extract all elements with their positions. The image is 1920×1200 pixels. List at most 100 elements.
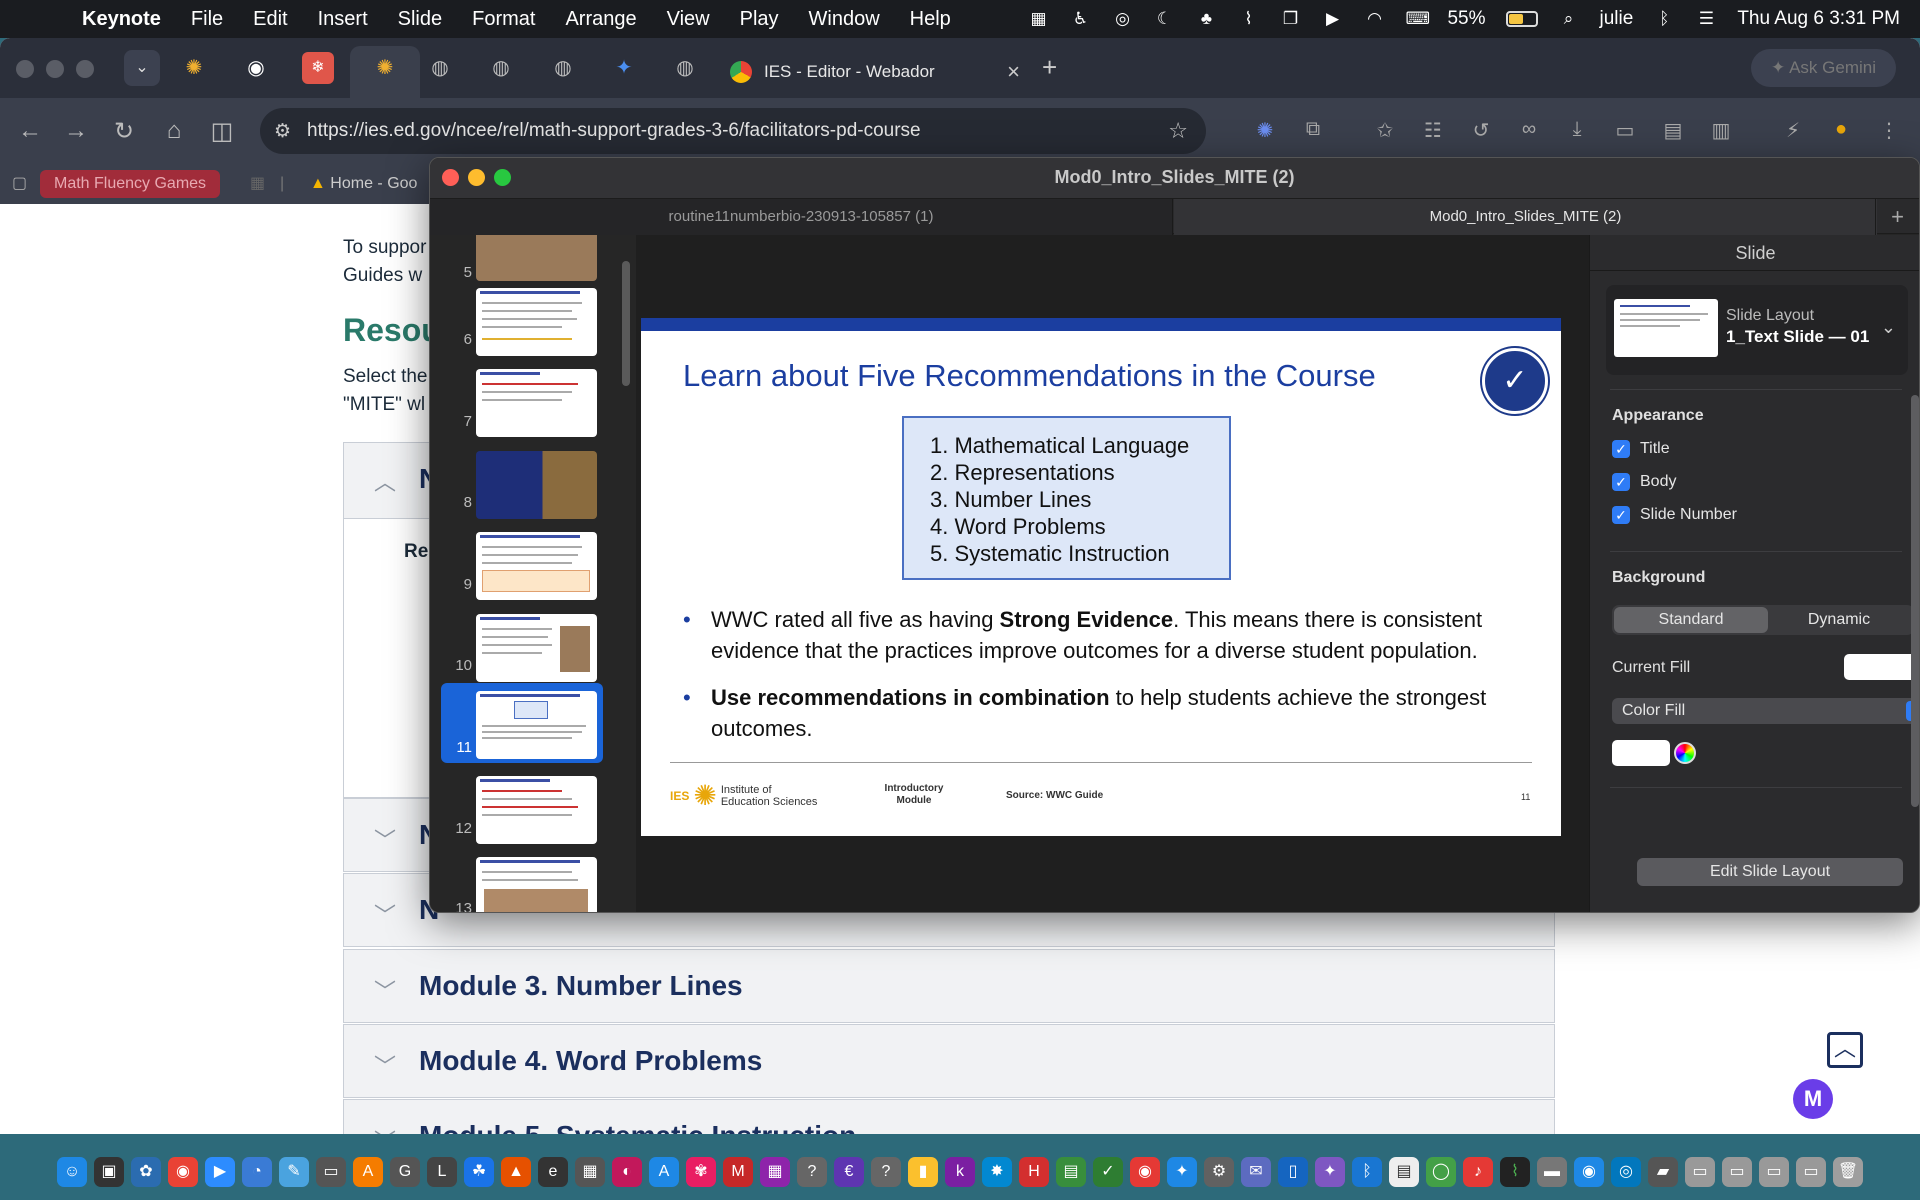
fill-type-select[interactable]: Color Fill ▴▾ (1612, 698, 1919, 724)
window-icon[interactable]: ❐ (1279, 8, 1301, 30)
side-panel-icon[interactable]: ◫ (208, 117, 236, 146)
segment-standard[interactable]: Standard (1614, 607, 1768, 633)
tab-search-chevron-icon[interactable]: ⌄ (124, 50, 160, 86)
activity-monitor-icon[interactable]: ⌇ (1500, 1157, 1530, 1187)
app-icon[interactable]: ✓ (1093, 1157, 1123, 1187)
reading-list-icon[interactable]: ☷ (1420, 118, 1446, 143)
app-icon[interactable]: ▮ (908, 1157, 938, 1187)
play-circle-icon[interactable]: ▶ (1321, 8, 1343, 30)
safari-icon[interactable]: ✦ (1167, 1157, 1197, 1187)
module-5-row[interactable]: ﹀ Module 5. Systematic Instruction (343, 1099, 1555, 1134)
app-icon[interactable]: ▤ (1389, 1157, 1419, 1187)
app-icon[interactable]: G (390, 1157, 420, 1187)
menu-format[interactable]: Format (472, 8, 535, 31)
current-fill-swatch[interactable] (1844, 654, 1919, 680)
menu-view[interactable]: View (667, 8, 710, 31)
profile-avatar-icon[interactable]: ● (1828, 118, 1854, 141)
slide-thumbnail-10[interactable] (476, 614, 597, 682)
tab-mod0-intro[interactable]: Mod0_Intro_Slides_MITE (2) (1174, 199, 1877, 235)
menu-window[interactable]: Window (809, 8, 880, 31)
user-name[interactable]: julie (1600, 8, 1634, 30)
scroll-to-top-button[interactable]: ︿ (1827, 1032, 1863, 1068)
search-icon[interactable]: ⌕ (1558, 8, 1580, 30)
grid-bookmark-icon[interactable]: ▦ (250, 170, 265, 198)
document-icon[interactable]: ▭ (1722, 1157, 1752, 1187)
gemini-icon[interactable]: ✦ (1315, 1157, 1345, 1187)
app-icon[interactable]: € (834, 1157, 864, 1187)
bluetooth-icon[interactable]: ᛒ (1352, 1157, 1382, 1187)
app-icon[interactable]: ◉ (1574, 1157, 1604, 1187)
body-checkbox-row[interactable]: ✓ Body (1612, 473, 1676, 491)
zoom-window-button[interactable] (76, 60, 94, 78)
zoom-icon[interactable]: ▶ (205, 1157, 235, 1187)
pinned-tab-snowflake-icon[interactable]: ❄ (302, 52, 334, 84)
new-tab-plus-icon[interactable]: + (1875, 199, 1919, 235)
menu-play[interactable]: Play (740, 8, 779, 31)
close-window-button[interactable] (16, 60, 34, 78)
bookmarks-icon[interactable]: ✩ (1372, 118, 1398, 143)
app-icon[interactable]: k (945, 1157, 975, 1187)
app-icon[interactable]: L (427, 1157, 457, 1187)
performance-icon[interactable]: ⚡ (1780, 118, 1806, 143)
pinned-tab-bulb-icon[interactable]: ✦ (608, 52, 640, 84)
ask-gemini-button[interactable]: ✦ Ask Gemini (1751, 49, 1896, 87)
tab-routine11[interactable]: routine11numberbio-230913-105857 (1) (430, 199, 1173, 235)
app-icon[interactable]: ▤ (1056, 1157, 1086, 1187)
pinned-tab-globe-icon[interactable]: ◍ (485, 52, 517, 84)
address-bar[interactable]: ⚙ https://ies.ed.gov/ncee/rel/math-suppo… (260, 108, 1206, 154)
devices-icon[interactable]: ▭ (1612, 118, 1638, 143)
link-icon[interactable]: ∞ (1516, 118, 1542, 141)
bookmark-star-icon[interactable]: ☆ (1168, 118, 1188, 144)
app-icon[interactable]: ✸ (982, 1157, 1012, 1187)
minimize-window-button[interactable] (46, 60, 64, 78)
navigator-scrollbar[interactable] (622, 261, 630, 386)
app-icon[interactable]: A (649, 1157, 679, 1187)
bullet-strong-evidence[interactable]: • WWC rated all five as having Strong Ev… (683, 604, 1543, 666)
slide-thumbnail-12[interactable] (476, 776, 597, 844)
app-icon[interactable]: ◎ (1611, 1157, 1641, 1187)
unknown-app-icon[interactable]: ? (871, 1157, 901, 1187)
reader-mode-icon[interactable]: ▥ (1708, 118, 1734, 143)
slide-11[interactable]: Learn about Five Recommendations in the … (641, 318, 1561, 836)
app-icon[interactable]: ▭ (316, 1157, 346, 1187)
edit-slide-layout-button[interactable]: Edit Slide Layout (1637, 858, 1903, 886)
module-4-row[interactable]: ﹀ Module 4. Word Problems (343, 1024, 1555, 1098)
download-icon[interactable]: ⤓ (1564, 118, 1590, 141)
app-icon[interactable]: ◔ (242, 1157, 272, 1187)
more-menu-icon[interactable]: ⋮ (1876, 118, 1902, 143)
airdrop-icon[interactable]: ◎ (1111, 8, 1133, 30)
chrome-icon[interactable]: ◉ (1130, 1157, 1160, 1187)
battery-icon[interactable] (1505, 11, 1538, 27)
history-icon[interactable]: ↺ (1468, 118, 1494, 143)
back-arrow-icon[interactable]: ← (16, 117, 44, 145)
reload-icon[interactable]: ↻ (110, 117, 138, 146)
pinned-tab-globe-icon[interactable]: ◍ (669, 52, 701, 84)
checkbox-checked-icon[interactable]: ✓ (1612, 473, 1630, 491)
extension-ies-icon[interactable]: ✺ (1252, 118, 1278, 143)
photos-icon[interactable]: ✾ (686, 1157, 716, 1187)
app-icon[interactable]: ▰ (1648, 1157, 1678, 1187)
recommendations-box[interactable]: 1. Mathematical Language 2. Representati… (902, 416, 1231, 580)
document-icon[interactable]: ▭ (1759, 1157, 1789, 1187)
new-tab-plus-icon[interactable]: + (1042, 52, 1057, 83)
unknown-app-icon[interactable]: ? (797, 1157, 827, 1187)
url-text[interactable]: https://ies.ed.gov/ncee/rel/math-support… (307, 120, 921, 142)
plant-icon[interactable]: ♣ (1195, 8, 1217, 30)
slide-number-checkbox-row[interactable]: ✓ Slide Number (1612, 506, 1737, 524)
extensions-puzzle-icon[interactable]: ⧉ (1300, 118, 1326, 141)
clock[interactable]: Thu Aug 6 3:31 PM (1737, 8, 1900, 30)
checkbox-checked-icon[interactable]: ✓ (1612, 440, 1630, 458)
apps-icon[interactable]: ▢ (12, 170, 27, 198)
color-wheel-icon[interactable] (1674, 742, 1696, 764)
music-icon[interactable]: ♪ (1463, 1157, 1493, 1187)
slide-title[interactable]: Learn about Five Recommendations in the … (683, 358, 1376, 394)
title-checkbox-row[interactable]: ✓ Title (1612, 440, 1670, 458)
app-icon[interactable]: ✿ (131, 1157, 161, 1187)
pinned-tab-ies-icon[interactable]: ✺ (178, 52, 210, 84)
forward-arrow-icon[interactable]: → (62, 117, 90, 145)
color-well[interactable] (1612, 740, 1670, 766)
messages-icon[interactable]: ◯ (1426, 1157, 1456, 1187)
app-icon[interactable]: H (1019, 1157, 1049, 1187)
app-icon[interactable]: ☘ (464, 1157, 494, 1187)
pinned-tab-globe-icon[interactable]: ◍ (547, 52, 579, 84)
